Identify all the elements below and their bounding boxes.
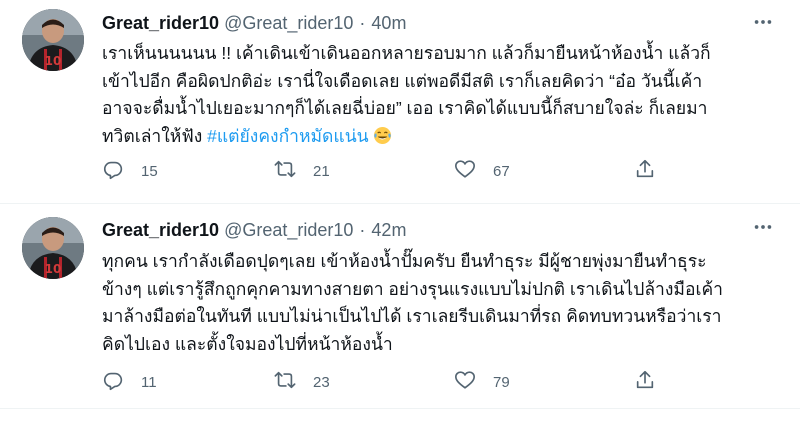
share-icon (634, 158, 656, 184)
tweet-actions: 11 23 79 (102, 369, 662, 395)
reply-button[interactable]: 15 (102, 158, 158, 184)
like-count: 67 (493, 162, 510, 180)
heart-icon (454, 369, 476, 395)
retweet-icon (274, 158, 296, 184)
user-handle[interactable]: @Great_rider10 (224, 220, 353, 241)
tweet-header: Great_rider10 @Great_rider10 · 40m (102, 12, 406, 34)
display-name[interactable]: Great_rider10 (102, 220, 219, 241)
user-handle[interactable]: @Great_rider10 (224, 13, 353, 34)
tweet-text-line: ข้างๆ แต่เรารู้สึกถูกคุกคามทางสายตา อย่า… (102, 278, 723, 299)
separator-dot: · (359, 12, 366, 33)
like-button[interactable]: 67 (454, 158, 510, 184)
timestamp[interactable]: 42m (371, 220, 406, 241)
tweet-text-line: คิดไปเอง และตั้งใจมองไปที่หน้าห้องน้ำ (102, 333, 393, 354)
share-button[interactable] (634, 158, 656, 184)
retweet-icon (274, 369, 296, 395)
reply-button[interactable]: 11 (102, 369, 157, 395)
reply-icon (102, 369, 124, 395)
like-count: 79 (493, 373, 510, 391)
retweet-count: 23 (313, 373, 330, 391)
svg-text:10: 10 (45, 262, 62, 276)
tweet-text: เราเห็นนนนนน !! เค้าเดินเข้าเดินออกหลายร… (102, 40, 782, 150)
avatar[interactable]: 10 (22, 9, 84, 71)
retweet-count: 21 (313, 162, 330, 180)
tweet-text: ทุกคน เรากำลังเดือดปุดๆเลย เข้าห้องน้ำปั… (102, 248, 782, 358)
svg-text:10: 10 (45, 54, 62, 68)
tweet-header: Great_rider10 @Great_rider10 · 42m (102, 219, 406, 241)
tweet-text-line: ทุกคน เรากำลังเดือดปุดๆเลย เข้าห้องน้ำปั… (102, 251, 707, 271)
tweet-text-line: อาจจะดื่มน้ำไปเยอะมากๆก็ได้เลยฉี่บ่อย” เ… (102, 98, 708, 118)
tweet-text-line: เข้าไปอีก คือผิดปกติอ่ะ เรานี่ใจเดือดเลย… (102, 70, 703, 91)
separator-dot: · (359, 219, 366, 240)
more-icon[interactable] (748, 215, 778, 239)
like-button[interactable]: 79 (454, 369, 510, 395)
tweet[interactable]: 10 Great_rider10 @Great_rider10 · 40m เร… (0, 0, 800, 204)
avatar[interactable]: 10 (22, 217, 84, 279)
hashtag-link[interactable]: #แต่ยังคงกำหมัดแน่น (207, 126, 369, 146)
display-name[interactable]: Great_rider10 (102, 13, 219, 34)
share-button[interactable] (634, 369, 656, 395)
reply-count: 11 (141, 373, 157, 391)
tweet-actions: 15 21 67 (102, 158, 662, 184)
tweet-text-line-last: ทวิตเล่าให้ฟัง #แต่ยังคงกำหมัดแน่น (102, 123, 782, 151)
timestamp[interactable]: 40m (371, 13, 406, 34)
reply-count: 15 (141, 162, 158, 180)
reply-icon (102, 158, 124, 184)
tweet-text-line: มาล้างมือต่อในทันที แบบไม่น่าเป็นไปได้ เ… (102, 306, 722, 326)
tweet-text-segment: ทวิตเล่าให้ฟัง (102, 125, 208, 146)
retweet-button[interactable]: 21 (274, 158, 330, 184)
retweet-button[interactable]: 23 (274, 369, 330, 395)
heart-icon (454, 158, 476, 184)
share-icon (634, 369, 656, 395)
more-icon[interactable] (748, 10, 778, 34)
tweet-text-line: เราเห็นนนนนน !! เค้าเดินเข้าเดินออกหลายร… (102, 43, 711, 63)
joy-emoji-icon (373, 126, 392, 145)
tweet[interactable]: 10 Great_rider10 @Great_rider10 · 42m ทุ… (0, 205, 800, 409)
